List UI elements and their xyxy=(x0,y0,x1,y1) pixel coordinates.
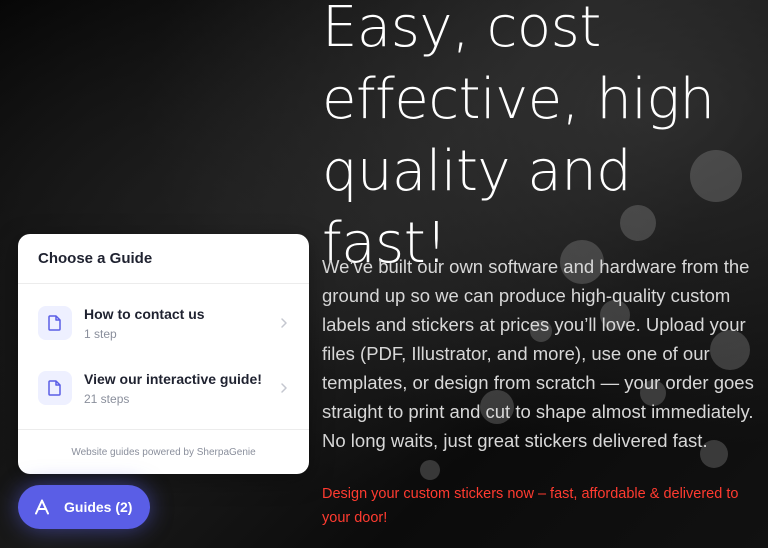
hero-headline: Easy, cost effective, high quality and f… xyxy=(322,0,762,280)
document-icon xyxy=(38,370,72,405)
headline-line-2: effective, high xyxy=(322,67,715,132)
sherpagenie-logo-icon xyxy=(34,499,50,515)
guide-item-steps: 21 steps xyxy=(84,391,130,406)
chevron-right-icon xyxy=(279,316,289,330)
hero-cta-text: Design your custom stickers now – fast, … xyxy=(322,486,739,526)
guide-item-title: View our interactive guide! xyxy=(84,370,262,387)
headline-line-1: Easy, cost xyxy=(322,0,601,60)
panel-header: Choose a Guide xyxy=(18,234,309,284)
guide-item-steps: 1 step xyxy=(84,326,117,341)
guides-launcher-button[interactable]: Guides (2) xyxy=(18,485,150,529)
chevron-right-icon xyxy=(279,381,289,395)
hero-description: We’ve built our own software and hardwar… xyxy=(322,256,754,451)
guides-button-label: Guides (2) xyxy=(64,499,133,515)
choose-guide-panel: Choose a Guide How to contact us 1 step xyxy=(18,234,309,474)
guide-item-interactive[interactable]: View our interactive guide! 21 steps xyxy=(18,355,309,420)
document-icon xyxy=(38,305,72,340)
panel-footer-powered-by[interactable]: Website guides powered by SherpaGenie xyxy=(18,429,309,474)
guide-item-contact[interactable]: How to contact us 1 step xyxy=(18,290,309,355)
panel-title: Choose a Guide xyxy=(38,250,153,267)
guide-item-title: How to contact us xyxy=(84,305,205,322)
